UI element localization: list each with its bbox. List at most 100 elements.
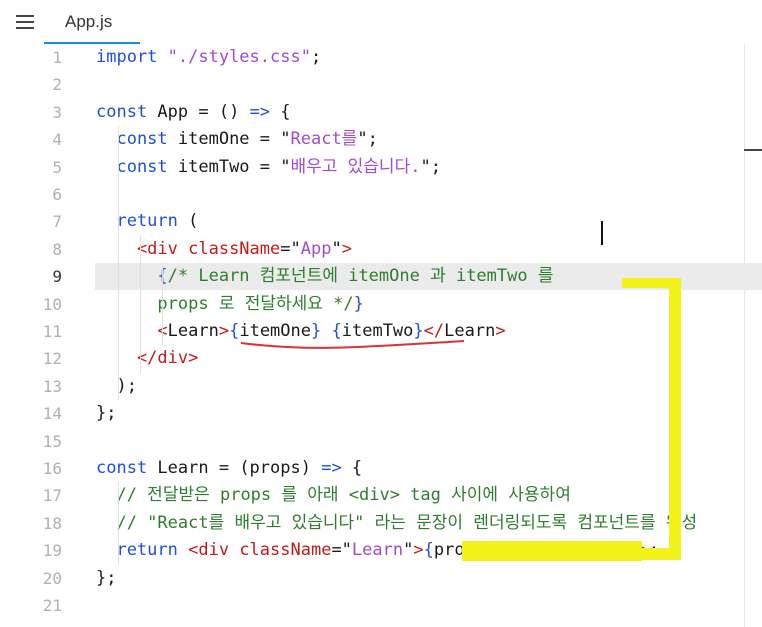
line-number: 4 xyxy=(52,130,62,150)
line-number: 17 xyxy=(42,486,62,506)
code-token: </div> xyxy=(96,348,199,369)
code-line[interactable]: return ( xyxy=(96,208,198,235)
code-token: "; xyxy=(420,156,441,177)
code-token: const xyxy=(96,101,158,122)
line-number: 21 xyxy=(42,596,62,615)
annotation-highlight-props-children xyxy=(462,541,642,561)
line-number: 12 xyxy=(42,349,62,369)
code-token: = " xyxy=(249,129,291,150)
line-number: 6 xyxy=(52,185,62,204)
code-token: "./styles.css" xyxy=(167,47,311,67)
line-number: 20 xyxy=(42,568,62,588)
code-token: ( xyxy=(188,211,199,232)
line-number: 16 xyxy=(42,459,62,478)
code-line[interactable]: }; xyxy=(96,400,116,427)
code-token: " xyxy=(331,238,342,259)
line-number: 7 xyxy=(52,212,62,232)
line-number: 13 xyxy=(42,376,62,396)
line-number: 15 xyxy=(42,431,62,451)
line-number: 14 xyxy=(42,404,62,424)
code-token: <div xyxy=(188,540,240,561)
code-token: <div xyxy=(96,238,189,259)
code-token: 배우고 있습니다. xyxy=(290,156,421,177)
code-token: return xyxy=(96,540,189,561)
code-token: > xyxy=(218,321,230,341)
code-token: className xyxy=(239,540,332,561)
code-token: // 전달받은 props 를 아래 <div> tag 사이에 사용하여 xyxy=(96,485,571,506)
text-cursor xyxy=(601,221,603,245)
code-line[interactable]: <div className="App"> xyxy=(96,236,352,263)
code-line[interactable]: </div> xyxy=(96,345,198,372)
code-token: Learn xyxy=(167,321,219,341)
code-token: < xyxy=(96,321,168,341)
code-token: React를 xyxy=(290,129,358,150)
code-token: props 로 전달하세요 */ xyxy=(96,293,354,314)
code-token: > xyxy=(413,540,424,561)
code-line[interactable]: import "./styles.css"; xyxy=(96,44,321,71)
code-token: Learn xyxy=(351,540,404,561)
code-line[interactable]: const itemOne = "React를"; xyxy=(96,126,378,153)
code-token: Learn xyxy=(157,458,209,478)
indent-guide xyxy=(162,263,163,346)
code-token: App xyxy=(157,101,189,122)
code-line[interactable]: }; xyxy=(96,565,116,592)
line-number: 10 xyxy=(42,294,62,314)
code-token: return xyxy=(96,211,189,232)
code-token: ); xyxy=(96,375,137,396)
line-number: 19 xyxy=(42,541,62,561)
code-token: className xyxy=(188,238,281,259)
code-token: => xyxy=(249,101,271,122)
code-line[interactable]: {/* Learn 컴포넌트에 itemOne 과 itemTwo 를 xyxy=(96,263,553,290)
scrollbar-thumb[interactable] xyxy=(744,149,762,151)
code-token: { xyxy=(270,101,291,122)
code-line[interactable]: const App = () => { xyxy=(96,99,291,126)
line-number: 2 xyxy=(52,75,62,95)
line-number: 3 xyxy=(52,102,62,122)
tab-app-js[interactable]: App.js xyxy=(44,0,140,44)
code-token: = () xyxy=(188,101,250,122)
code-token: const xyxy=(96,156,178,177)
code-token: =" xyxy=(280,238,301,259)
line-number: 1 xyxy=(52,48,62,67)
code-token: { xyxy=(96,266,168,287)
code-token: "; xyxy=(357,129,378,150)
code-token: // "React를 배우고 있습니다" 라는 문장이 렌더링되도록 컴포넌트를… xyxy=(96,512,698,533)
code-token: ; xyxy=(310,47,322,67)
code-token: /* Learn 컴포넌트에 itemOne 과 itemTwo 를 xyxy=(167,266,554,287)
code-line[interactable]: ); xyxy=(96,373,137,400)
code-line[interactable]: // 전달받은 props 를 아래 <div> tag 사이에 사용하여 xyxy=(96,482,571,509)
code-token: itemOne xyxy=(177,129,250,150)
code-token: { xyxy=(423,540,434,561)
code-token: " xyxy=(403,540,414,561)
code-token: = " xyxy=(249,156,291,177)
code-token: = (props) xyxy=(208,458,322,478)
code-token: => xyxy=(321,458,342,478)
code-token: > xyxy=(495,321,506,341)
line-number: 18 xyxy=(42,513,62,533)
editor-right-border xyxy=(744,44,745,627)
code-token: const xyxy=(96,458,158,478)
code-token: }; xyxy=(96,403,117,424)
code-token: > xyxy=(341,238,352,259)
code-line[interactable]: props 로 전달하세요 */} xyxy=(96,291,364,318)
annotation-highlight-box xyxy=(622,278,672,288)
code-token: App xyxy=(300,238,332,259)
line-number: 8 xyxy=(52,239,62,259)
indent-guide xyxy=(118,482,119,565)
indent-guide xyxy=(118,126,119,401)
code-token: } xyxy=(353,293,364,314)
line-number: 11 xyxy=(42,322,62,341)
line-number: 5 xyxy=(52,157,62,177)
editor-topbar: App.js xyxy=(0,0,762,45)
code-line[interactable]: // "React를 배우고 있습니다" 라는 문장이 렌더링되도록 컴포넌트를… xyxy=(96,510,697,537)
tab-label: App.js xyxy=(65,12,113,31)
code-editor[interactable]: 1 import "./styles.css"; 2 3 const App = () … xyxy=(0,44,762,627)
code-token: }; xyxy=(96,567,117,588)
code-line[interactable]: const itemTwo = "배우고 있습니다."; xyxy=(96,154,441,181)
code-token: { xyxy=(341,458,363,478)
indent-guide xyxy=(140,235,141,373)
code-token: itemTwo xyxy=(177,156,250,177)
hamburger-menu-icon[interactable] xyxy=(16,15,34,29)
code-line[interactable]: const Learn = (props) => { xyxy=(96,455,362,482)
annotation-red-underline xyxy=(240,340,465,349)
